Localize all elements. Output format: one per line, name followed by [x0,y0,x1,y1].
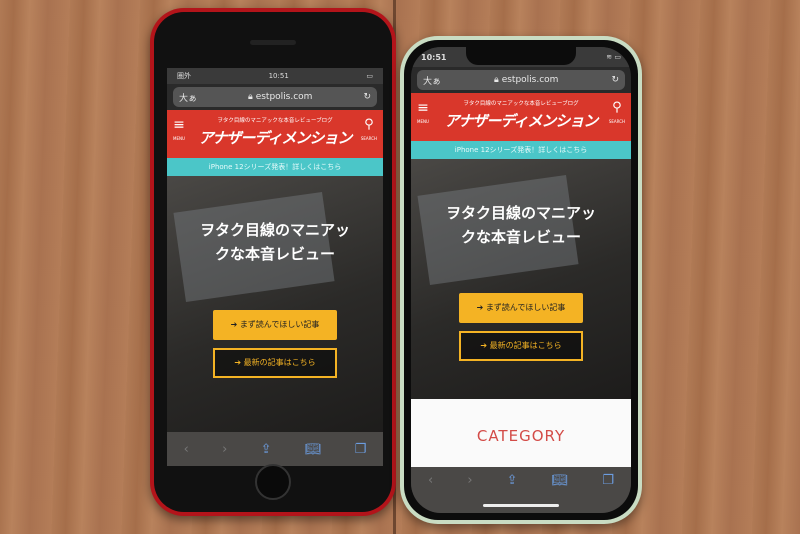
button-label: まず読んでほしい記事 [239,320,320,329]
site-logo[interactable]: アナザーディメンション [167,127,383,148]
home-indicator[interactable] [483,504,559,507]
text-size-button[interactable]: 大ぁ [423,74,441,87]
search-label: SEARCH [608,119,625,124]
button-label: まず読んでほしい記事 [485,303,566,312]
menu-label: MENU [417,119,429,124]
url-text: estpolis.com [255,92,313,102]
site-header: ≡ MENU ヲタク目線のマニアックな本音レビューブログ アナザーディメンション … [411,93,631,141]
safari-toolbar: ‹ › ⇪ 📖︎ ❐ [167,432,383,466]
site-logo[interactable]: アナザーディメンション [411,110,631,131]
bookmarks-icon[interactable]: 📖︎ [552,473,569,488]
menu-button[interactable]: ≡ MENU [417,101,429,129]
screen: 圏外 10:51 ▭ 大ぁ 🔒︎ estpolis.com ↻ ≡ MENU ヲタ… [167,68,383,466]
must-read-button[interactable]: ➔ まず読んでほしい記事 [213,310,337,340]
share-icon[interactable]: ⇪ [507,473,518,488]
tabs-icon[interactable]: ❐ [355,442,367,457]
reload-icon[interactable]: ↻ [611,75,619,85]
safari-toolbar: ‹ › ⇪ 📖︎ ❐ [411,467,631,513]
forward-icon[interactable]: › [467,473,472,488]
notch [466,47,576,65]
share-icon[interactable]: ⇪ [261,442,272,457]
url-text: estpolis.com [501,75,559,85]
latest-posts-button[interactable]: ➔ 最新の記事はこちら [459,331,583,361]
tagline: ヲタク目線のマニアックな本音レビューブログ [463,101,579,107]
latest-posts-button[interactable]: ➔ 最新の記事はこちら [213,348,337,378]
search-button[interactable]: ⚲ SEARCH [609,101,625,129]
announcement-banner[interactable]: iPhone 12シリーズ発表！詳しくはこちら [411,141,631,159]
battery-icon: ≋ ▭ [606,53,621,61]
site-header: ≡ MENU ヲタク目線のマニアックな本音レビューブログ アナザーディメンション … [167,110,383,158]
back-icon[interactable]: ‹ [184,442,189,457]
address-bar[interactable]: 大ぁ 🔒︎ estpolis.com ↻ [173,87,377,107]
menu-label: MENU [173,136,185,141]
search-label: SEARCH [360,136,377,141]
forward-icon[interactable]: › [222,442,227,457]
button-label: 最新の記事はこちら [489,341,562,350]
tagline: ヲタク目線のマニアックな本音レビューブログ [217,118,333,124]
earpiece [250,40,296,45]
button-label: 最新の記事はこちら [243,358,316,367]
back-icon[interactable]: ‹ [428,473,433,488]
category-heading: CATEGORY [411,399,631,469]
announcement-banner[interactable]: iPhone 12シリーズ発表！詳しくはこちら [167,158,383,176]
phone-face: 圏外 10:51 ▭ 大ぁ 🔒︎ estpolis.com ↻ ≡ MENU ヲタ… [154,12,392,512]
hero-title: ヲタク目線のマニアックな本音レビュー [445,204,596,246]
hero: ヲタク目線のマニアックな本音レビュー ➔ まず読んでほしい記事 ➔ 最新の記事は… [167,176,383,436]
bookmarks-icon[interactable]: 📖︎ [305,442,322,457]
clock: 10:51 [268,72,289,80]
address-bar[interactable]: 大ぁ 🔒︎ estpolis.com ↻ [417,70,625,90]
tabs-icon[interactable]: ❐ [602,473,614,488]
screen: 10:51 ≋ ▭ 大ぁ 🔒︎ estpolis.com ↻ ≡ MENU ヲタク… [411,47,631,513]
iphone-se-red: 圏外 10:51 ▭ 大ぁ 🔒︎ estpolis.com ↻ ≡ MENU ヲタ… [150,8,396,516]
hero: ヲタク目線のマニアックな本音レビュー ➔ まず読んでほしい記事 ➔ 最新の記事は… [411,159,631,399]
text-size-button[interactable]: 大ぁ [179,91,197,104]
battery-icon: ▭ [366,72,373,80]
search-button[interactable]: ⚲ SEARCH [361,118,377,146]
clock: 10:51 [421,52,447,62]
hero-title: ヲタク目線のマニアックな本音レビュー [199,221,350,263]
phone-face: 10:51 ≋ ▭ 大ぁ 🔒︎ estpolis.com ↻ ≡ MENU ヲタク… [404,40,638,520]
lock-icon: 🔒︎ [494,75,499,85]
lock-icon: 🔒︎ [248,92,253,102]
reload-icon[interactable]: ↻ [363,92,371,102]
must-read-button[interactable]: ➔ まず読んでほしい記事 [459,293,583,323]
home-button[interactable] [255,464,291,500]
iphone-12-mini-green: 10:51 ≋ ▭ 大ぁ 🔒︎ estpolis.com ↻ ≡ MENU ヲタク… [400,36,642,524]
carrier: 圏外 [177,72,191,80]
status-bar: 圏外 10:51 ▭ [167,68,383,84]
menu-button[interactable]: ≡ MENU [173,118,185,146]
